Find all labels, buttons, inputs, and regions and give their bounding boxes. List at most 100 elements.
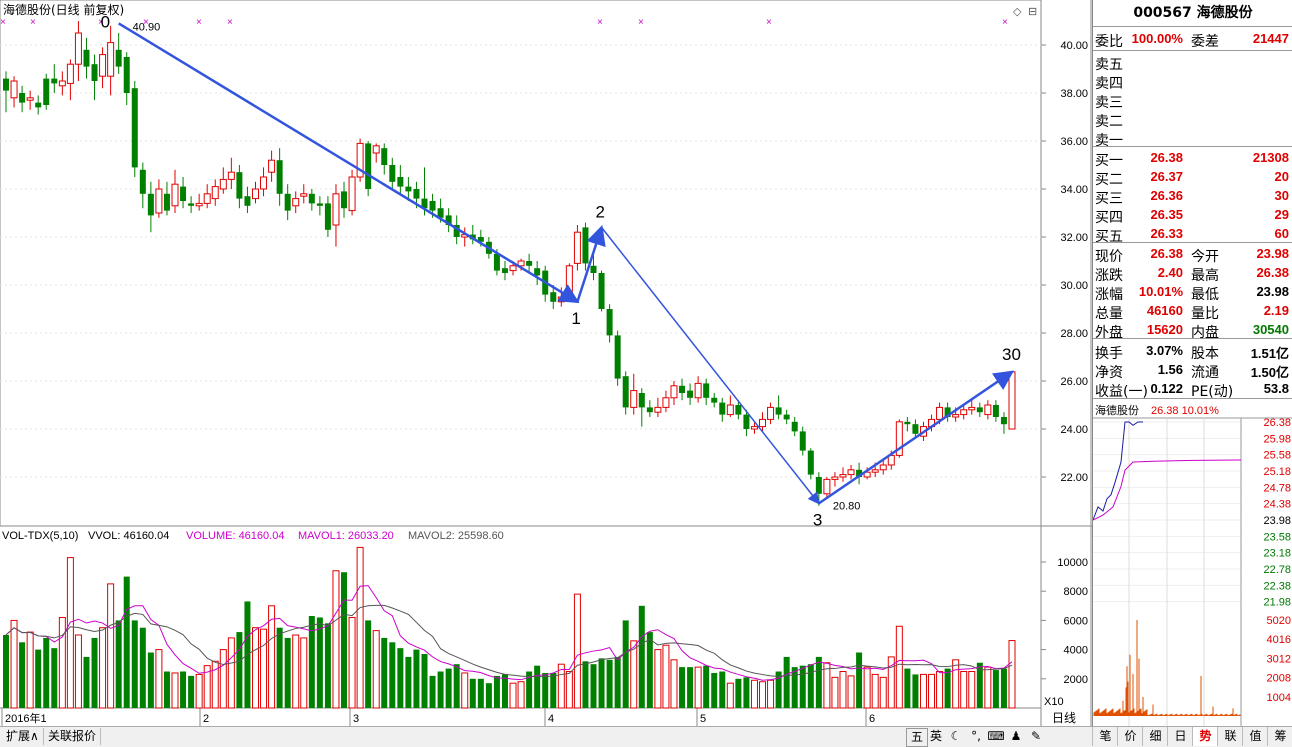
- wave-label: 1: [571, 309, 580, 328]
- fund-row: 收益(一) 0.122 PE(动) 53.8: [1095, 381, 1289, 400]
- volume-bar: [856, 652, 863, 708]
- buy-row: 买一 26.38 21308: [1095, 150, 1289, 169]
- volume-bar: [348, 616, 356, 709]
- mini-price-tick: 25.18: [1263, 466, 1291, 478]
- keyboard-icon[interactable]: ⌨: [986, 728, 1006, 745]
- volume-bar: [260, 628, 268, 709]
- collapse-icon[interactable]: ⊟: [1028, 6, 1037, 18]
- volume-bar: [3, 635, 9, 708]
- volume-bar: [638, 605, 645, 708]
- candle-body: [171, 183, 179, 207]
- volume-bar: [58, 616, 66, 709]
- volume-bar: [292, 634, 300, 709]
- price-tick: 24.00: [1060, 424, 1088, 436]
- sell-row: 卖五: [1095, 57, 1123, 73]
- candle-body: [51, 78, 58, 84]
- candle-body: [501, 268, 508, 273]
- wrench-icon[interactable]: ✎: [1026, 728, 1046, 745]
- mini-price-tick: 25.58: [1263, 450, 1291, 462]
- candle-body: [573, 231, 581, 264]
- period-label[interactable]: 日线: [1052, 711, 1076, 725]
- volume-bar: [509, 682, 517, 709]
- volume-bar: [654, 649, 662, 709]
- user-icon[interactable]: ♟: [1006, 728, 1026, 745]
- candle-body: [606, 309, 613, 336]
- moon-icon[interactable]: ☾: [946, 728, 966, 745]
- volume-bar: [711, 672, 718, 708]
- expand-tab[interactable]: 扩展∧: [2, 728, 44, 745]
- volume-bar: [815, 656, 822, 708]
- punct-icon[interactable]: °,: [966, 728, 986, 745]
- panel-tab[interactable]: 联: [1217, 727, 1243, 746]
- candle-body: [10, 80, 18, 99]
- ime-english[interactable]: 英: [926, 728, 946, 745]
- volume-bar: [694, 666, 702, 709]
- panel-tab[interactable]: 细: [1142, 727, 1168, 746]
- volume-bar: [895, 625, 903, 709]
- candle-body: [879, 464, 887, 471]
- mini-price-tick: 25.98: [1263, 433, 1291, 445]
- candle-body: [719, 402, 726, 415]
- candle-body: [936, 406, 944, 420]
- volume-bar: [517, 681, 525, 709]
- panel-tab[interactable]: 势: [1192, 727, 1218, 746]
- candle-body: [180, 186, 187, 201]
- wave-label: 2: [596, 202, 605, 221]
- related-quote-tab[interactable]: 关联报价: [44, 728, 102, 745]
- kline-chart[interactable]: 22.00 24.00 26.00 28.00 30.00 32.00 34.00 36.00…: [0, 0, 1092, 746]
- volume-bar: [662, 644, 670, 709]
- panel-tab[interactable]: 值: [1242, 727, 1268, 746]
- volume-bar: [381, 637, 388, 708]
- panel-tab[interactable]: 筹: [1267, 727, 1292, 746]
- candle-body: [960, 409, 968, 416]
- panel-tab[interactable]: 日: [1167, 727, 1193, 746]
- candle-body: [614, 335, 621, 379]
- mini-price-tick: 23.58: [1263, 531, 1291, 543]
- candle-body: [107, 42, 115, 77]
- candle-body: [984, 404, 992, 416]
- sell-row: 卖三: [1095, 95, 1123, 111]
- candle-body: [807, 450, 814, 475]
- volume-bar: [919, 673, 927, 709]
- candle-body: [509, 265, 517, 272]
- candle-body: [188, 203, 195, 206]
- volume-bar: [276, 627, 283, 708]
- volume-bar: [984, 666, 992, 709]
- intraday-chart[interactable]: 海德股份 26.38 10.01% 26.38 25.98 25.58 25.18 24.7…: [1093, 400, 1292, 726]
- candle-body: [1008, 371, 1016, 430]
- volume-bar: [767, 679, 775, 709]
- candle-body: [622, 376, 629, 408]
- candle-body: [952, 414, 960, 418]
- volume-bar: [461, 672, 469, 709]
- volume-bar: [356, 546, 364, 709]
- candle-body: [251, 188, 259, 200]
- volume-bar: [429, 675, 436, 708]
- volume-bar: [227, 637, 235, 709]
- panel-tab[interactable]: 笔: [1092, 727, 1118, 746]
- mini-price-tick: 26.38: [1263, 417, 1291, 429]
- candle-body: [397, 177, 404, 187]
- volume-bar: [300, 637, 308, 709]
- volume-bar: [453, 664, 460, 708]
- diamond-icon[interactable]: ◇: [1013, 6, 1022, 18]
- volume-bar: [365, 620, 372, 708]
- candle-body: [831, 476, 839, 480]
- stock-title: 000567 海德股份: [1133, 5, 1253, 21]
- ime-wubi[interactable]: 五: [906, 728, 928, 747]
- candle-body: [679, 385, 686, 393]
- candle-body: [43, 78, 50, 105]
- vol-mavol2: MAVOL2: 25598.60: [408, 530, 504, 542]
- volume-bar: [171, 672, 179, 709]
- candle-body: [871, 469, 879, 473]
- mini-price-tick: 22.38: [1263, 580, 1291, 592]
- volume-bar: [324, 623, 331, 708]
- candle-body: [711, 397, 718, 403]
- volume-bar: [66, 557, 74, 709]
- x-tick-label: 6: [869, 713, 875, 725]
- candle-body: [598, 273, 605, 309]
- volume-bar: [35, 649, 42, 708]
- stat-row: 涨幅 10.01% 最低 23.98: [1095, 284, 1289, 303]
- candle-body: [26, 97, 34, 101]
- wave-label: 30: [1002, 345, 1021, 364]
- panel-tab[interactable]: 价: [1117, 727, 1143, 746]
